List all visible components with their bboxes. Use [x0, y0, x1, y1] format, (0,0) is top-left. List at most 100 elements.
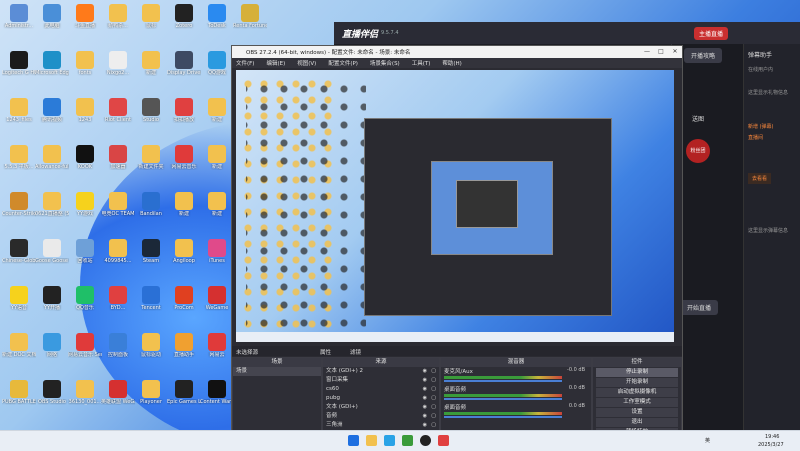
menu-item[interactable]: 文件(F) — [236, 59, 254, 67]
desktop-icon[interactable]: OBS Studio — [35, 378, 69, 418]
close-icon[interactable]: ✕ — [668, 46, 682, 58]
control-button[interactable]: 启动虚拟摄像机 — [596, 388, 678, 397]
desktop-icon[interactable]: BYD... — [101, 284, 135, 324]
properties-tab[interactable]: 属性 — [320, 348, 331, 356]
desktop-icon[interactable]: Content Warning — [200, 378, 234, 418]
desktop-icon[interactable]: 鼠标 — [134, 2, 168, 42]
menu-item[interactable]: 工具(T) — [412, 59, 431, 67]
menu-item[interactable]: 帮助(H) — [442, 59, 461, 67]
visibility-icon[interactable]: ◉ — [423, 403, 427, 412]
desktop-icon[interactable]: Administr... — [2, 2, 36, 42]
desktop-icon[interactable]: 此电脑 — [35, 2, 69, 42]
visibility-icon[interactable]: ◉ — [423, 394, 427, 403]
desktop-icon[interactable]: Renta Fortune — [233, 2, 267, 42]
desktop-icon[interactable]: Angiloop — [167, 237, 201, 277]
desktop-icon[interactable]: 回收站 — [68, 237, 102, 277]
source-item[interactable]: 窗口采集 ◉ ▢ — [323, 376, 439, 385]
desktop-icon[interactable]: Tencent — [134, 284, 168, 324]
lock-icon[interactable]: ▢ — [431, 421, 436, 430]
desktop-icon[interactable]: Nixgo2... — [101, 49, 135, 89]
control-button[interactable]: 开始录制 — [596, 378, 678, 387]
desktop-icon[interactable]: fonts — [68, 49, 102, 89]
desktop-icon[interactable]: WeGame — [200, 284, 234, 324]
desktop-icon[interactable]: Chinese-Global Off... — [2, 237, 36, 277]
desktop-icon[interactable]: KOOK — [68, 143, 102, 183]
desktop-icon[interactable]: 鹅鸭杀... — [101, 2, 135, 42]
desktop-icon[interactable]: 新建 — [200, 190, 234, 230]
desktop-icon[interactable]: 1243 — [68, 96, 102, 136]
desktop-icon[interactable]: 5.5.3 平板... — [2, 143, 36, 183]
desktop-icon[interactable]: Goose Goose Duck — [35, 237, 69, 277]
source-item[interactable]: 三角洲 ◉ ▢ — [323, 421, 439, 430]
menu-item[interactable]: 编辑(E) — [266, 59, 285, 67]
visibility-icon[interactable]: ◉ — [423, 367, 427, 376]
desktop-icon[interactable]: Logitech G HUB — [2, 49, 36, 89]
obs-taskbar-icon[interactable] — [420, 435, 431, 446]
desktop-icon[interactable]: Steam — [134, 237, 168, 277]
chrome-icon[interactable] — [402, 435, 413, 446]
menu-item[interactable]: 配置文件(P) — [328, 59, 358, 67]
visibility-icon[interactable]: ◉ — [423, 412, 427, 421]
obs-preview[interactable] — [236, 70, 674, 342]
menu-item[interactable]: 视图(V) — [297, 59, 316, 67]
desktop-icon[interactable]: 网易云音乐 Sequola 12 — [68, 331, 102, 371]
desktop-icon[interactable]: Microsoft Edge — [35, 49, 69, 89]
volume-slider[interactable] — [444, 380, 562, 382]
desktop-icon[interactable]: QQ游戏 — [200, 49, 234, 89]
clock-date[interactable]: 2025/3/27 — [758, 442, 784, 448]
desktop-icon[interactable]: Bandilan — [134, 190, 168, 230]
app-taskbar-icon[interactable] — [438, 435, 449, 446]
desktop-icon[interactable]: Studio — [134, 96, 168, 136]
minimize-icon[interactable]: — — [640, 46, 654, 58]
volume-slider[interactable] — [444, 416, 562, 418]
guide-button[interactable]: 开播攻略 — [684, 48, 723, 63]
file-explorer-icon[interactable] — [366, 435, 377, 446]
filters-tab[interactable]: 滤镜 — [350, 348, 361, 356]
desktop-icon[interactable]: Zotero — [167, 2, 201, 42]
volume-slider[interactable] — [444, 398, 562, 400]
scene-item[interactable]: 场景 — [233, 367, 321, 376]
edge-icon[interactable] — [384, 435, 395, 446]
lock-icon[interactable]: ▢ — [431, 412, 436, 421]
desktop-icon[interactable]: 网易云 — [200, 331, 234, 371]
desktop-icon[interactable]: 新建 — [134, 49, 168, 89]
side-highlight-4[interactable]: 直播间 — [744, 132, 800, 143]
desktop-icon[interactable]: 新建 — [200, 96, 234, 136]
desktop-icon[interactable]: 鼠标驱动 — [134, 331, 168, 371]
desktop-icon[interactable]: 新建 DOC 文档 — [2, 331, 36, 371]
source-item[interactable]: 文本 (GDI+) 2 ◉ ▢ — [323, 367, 439, 376]
go-see-link[interactable]: 去看看 — [748, 173, 772, 184]
desktop-icon[interactable]: 新建文件夹 — [134, 143, 168, 183]
lock-icon[interactable]: ▢ — [431, 394, 436, 403]
lock-icon[interactable]: ▢ — [431, 376, 436, 385]
control-button[interactable]: 设置 — [596, 408, 678, 417]
source-item[interactable]: pubg ◉ ▢ — [323, 394, 439, 403]
desktop-icon[interactable]: Display Driver U... — [167, 49, 201, 89]
desktop-icon[interactable]: iTunes — [200, 237, 234, 277]
desktop-icon[interactable]: ProCom — [167, 284, 201, 324]
source-item[interactable]: cs60 ◉ ▢ — [323, 385, 439, 394]
visibility-icon[interactable]: ◉ — [423, 376, 427, 385]
record-circle[interactable]: 粉丝团 — [686, 139, 710, 163]
desktop-icon[interactable]: 斗鱼直播 — [68, 2, 102, 42]
desktop-icon[interactable]: 电竞OC TEAM — [101, 190, 135, 230]
control-button[interactable]: 工作室模式 — [596, 398, 678, 407]
desktop-icon[interactable]: 控制面板 — [101, 331, 135, 371]
visibility-icon[interactable]: ◉ — [423, 385, 427, 394]
visibility-icon[interactable]: ◉ — [423, 421, 427, 430]
desktop-icon[interactable]: 腾讯视频 — [35, 96, 69, 136]
desktop-icon[interactable]: 加速器 — [101, 143, 135, 183]
menu-item[interactable]: 场景集合(S) — [370, 59, 400, 67]
desktop-icon[interactable]: 网易云音乐 — [167, 143, 201, 183]
desktop-icon[interactable]: 1243_files — [2, 96, 36, 136]
desktop-icon[interactable]: Counter-Strike 2 GO — [2, 190, 36, 230]
desktop-icon[interactable]: 36130_001... — [68, 378, 102, 418]
desktop-icon[interactable]: 直播助手 — [167, 331, 201, 371]
lock-icon[interactable]: ▢ — [431, 367, 436, 376]
desktop-icon[interactable]: 扣扣播放 — [167, 96, 201, 136]
start-live-button[interactable]: 开始直播 — [680, 300, 719, 315]
desktop-icon[interactable]: YY开播 — [35, 284, 69, 324]
desktop-icon[interactable]: YY语音 — [2, 284, 36, 324]
desktop-icon[interactable]: 网络 — [35, 331, 69, 371]
source-item[interactable]: 文本 (GDI+) ◉ ▢ — [323, 403, 439, 412]
